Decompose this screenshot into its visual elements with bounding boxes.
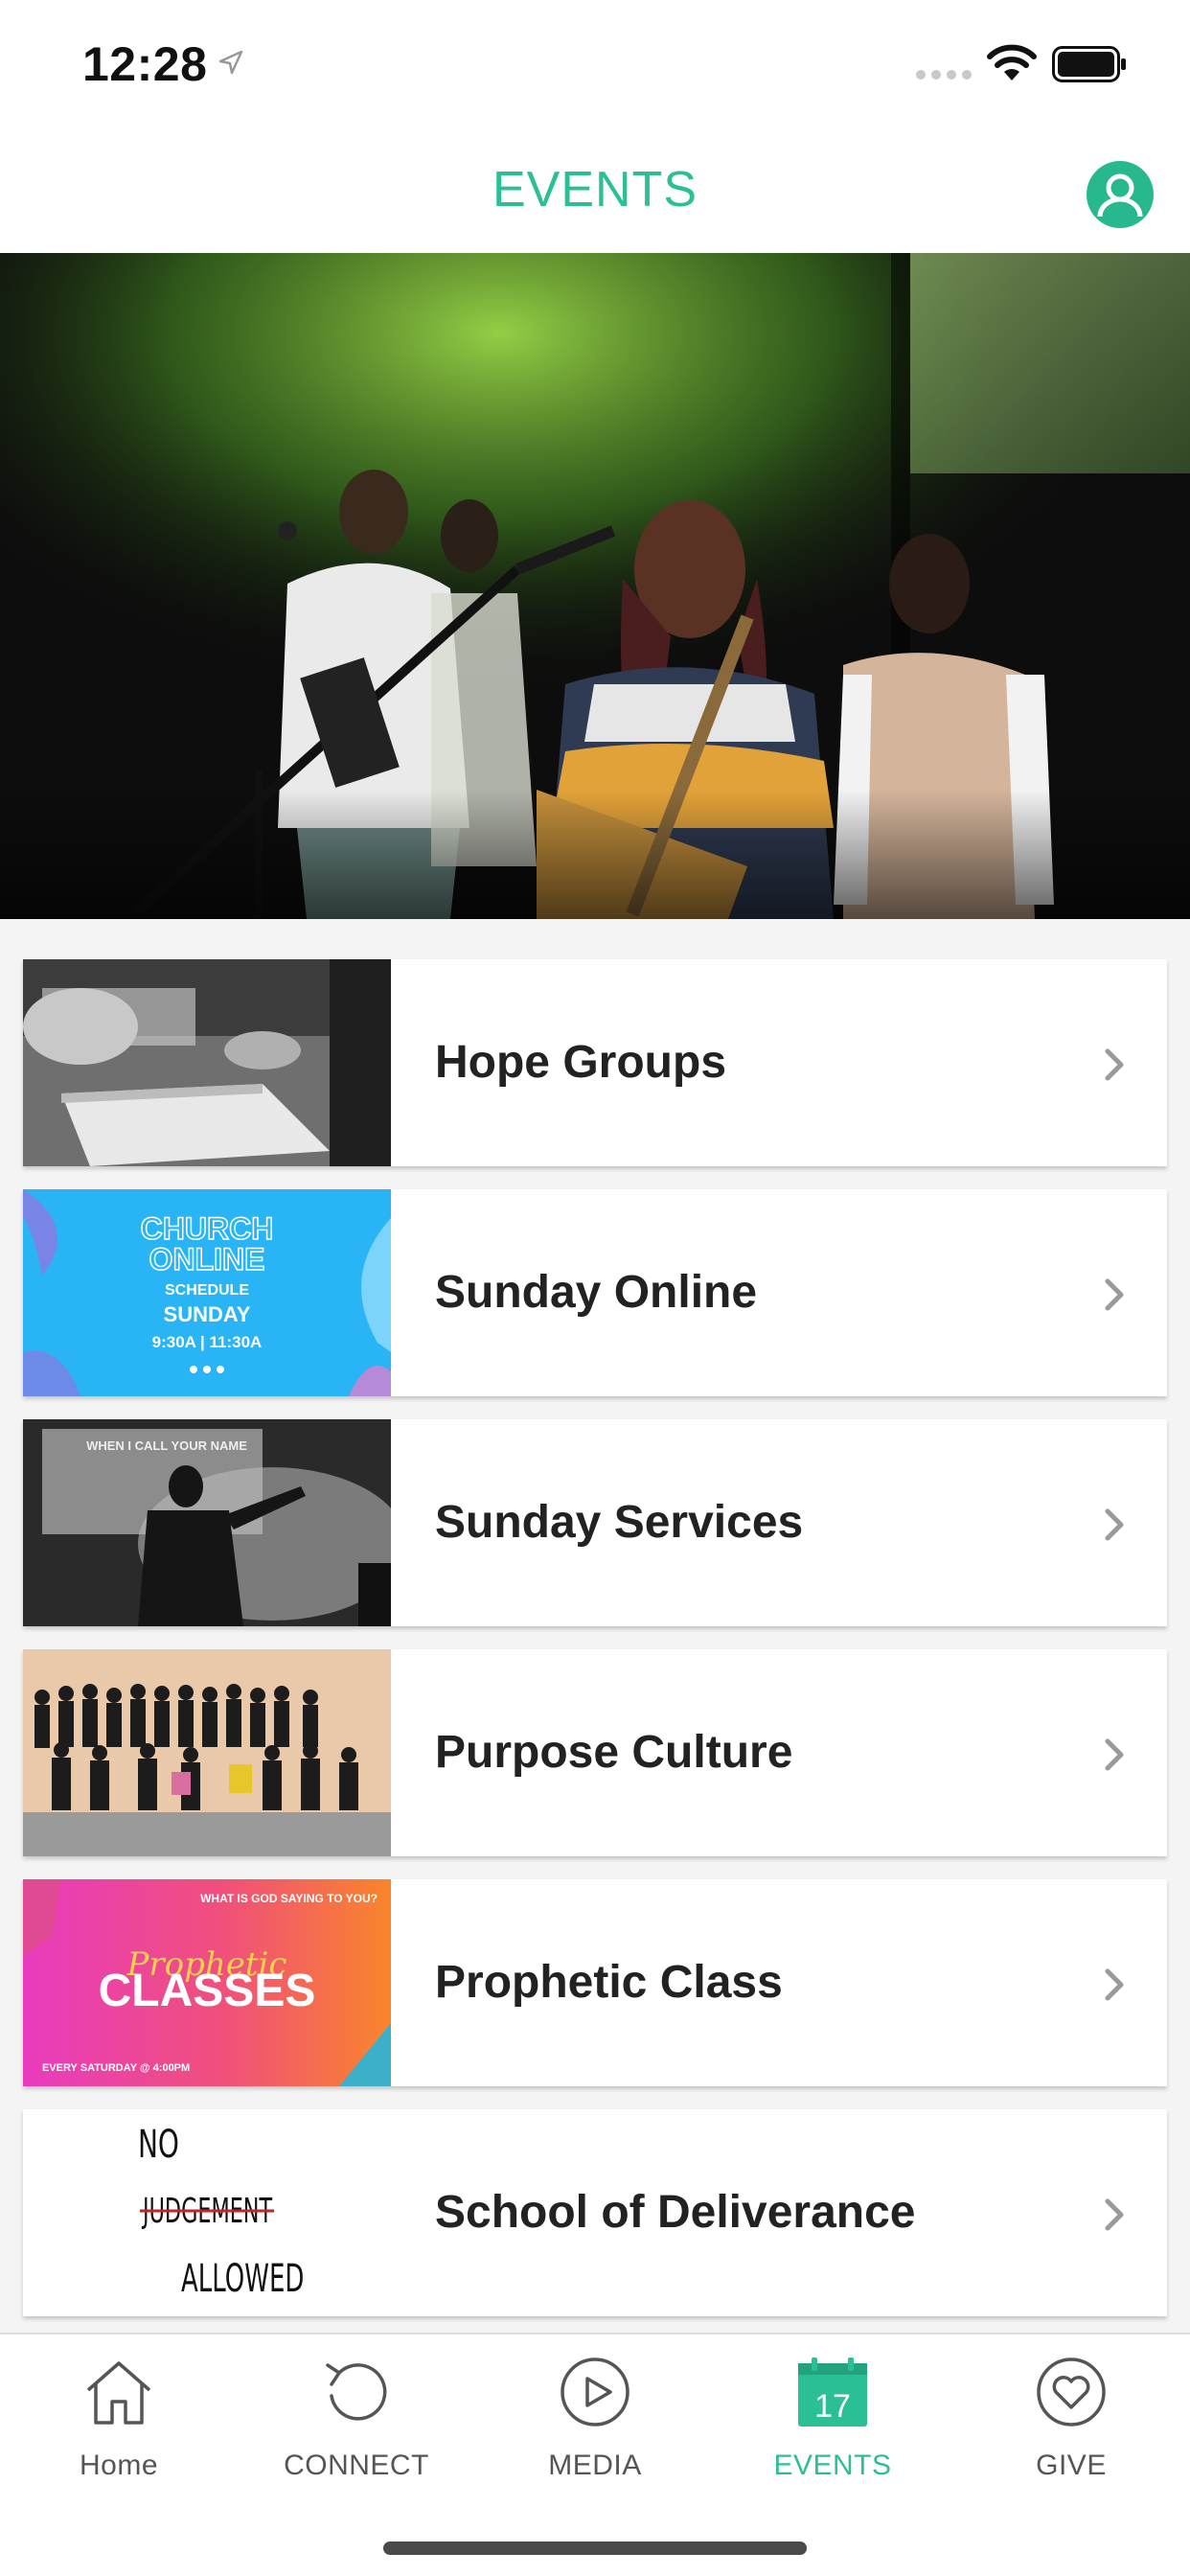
tab-label: MEDIA	[548, 2450, 642, 2481]
chevron-right-icon	[1105, 2198, 1124, 2231]
tab-home[interactable]: Home	[0, 2354, 238, 2497]
tab-media[interactable]: MEDIA	[476, 2354, 714, 2497]
tab-events[interactable]: 17 EVENTS	[714, 2354, 951, 2497]
bible-study-photo	[23, 959, 391, 1166]
chevron-right-icon	[1105, 1738, 1124, 1771]
page-title: EVENTS	[492, 162, 698, 218]
chevron-right-icon	[1105, 1278, 1124, 1311]
calendar-date: 17	[814, 2388, 851, 2425]
wifi-icon	[987, 44, 1037, 80]
thumb-text: SCHEDULE	[165, 1282, 249, 1299]
thumb-text: WHEN I CALL YOUR NAME	[86, 1438, 247, 1453]
bottom-tab-bar: Home CONNECT MEDIA 17 EVENTS GIVE	[0, 2333, 1190, 2576]
event-card-sunday-services[interactable]: WHEN I CALL YOUR NAME Sunday Services	[23, 1419, 1167, 1626]
event-title: Sunday Services	[435, 1497, 804, 1548]
status-time: 12:28	[82, 37, 208, 91]
thumb-text: SUNDAY	[164, 1302, 251, 1326]
app-header: EVENTS	[0, 125, 1190, 253]
tab-label: Home	[79, 2450, 159, 2481]
event-thumbnail	[23, 1649, 391, 1856]
event-thumbnail: NO JUDGEMENT ALLOWED	[23, 2109, 391, 2316]
thumb-text: EVERY SATURDAY @ 4:00PM	[42, 2062, 190, 2074]
event-title: School of Deliverance	[435, 2187, 916, 2238]
cellular-signal-icon	[916, 70, 972, 80]
thumb-text: CLASSES	[99, 1966, 316, 2016]
event-thumbnail	[23, 959, 391, 1166]
location-arrow-icon	[218, 50, 243, 75]
worship-service-photo: WHEN I CALL YOUR NAME	[23, 1419, 391, 1626]
user-avatar-icon	[1097, 173, 1143, 218]
chevron-right-icon	[1105, 1048, 1124, 1081]
worship-band-photo	[0, 253, 1190, 919]
event-title: Hope Groups	[435, 1037, 727, 1088]
thumb-text: CHURCH	[141, 1211, 274, 1246]
thumb-text: ALLOWED	[181, 2256, 304, 2300]
calendar-icon: 17	[798, 2358, 867, 2426]
event-card-school-of-deliverance[interactable]: NO JUDGEMENT ALLOWED School of Deliveran…	[23, 2109, 1167, 2316]
thumb-text: 9:30A | 11:30A	[152, 1333, 263, 1351]
tab-label: CONNECT	[284, 2450, 429, 2481]
event-card-prophetic-class[interactable]: WHAT IS GOD SAYING TO YOU? Prophetic CLA…	[23, 1879, 1167, 2086]
prophetic-classes-graphic: WHAT IS GOD SAYING TO YOU? Prophetic CLA…	[23, 1879, 391, 2086]
event-thumbnail: CHURCH ONLINE SCHEDULE SUNDAY 9:30A | 11…	[23, 1189, 391, 1396]
thumb-text: NO	[138, 2123, 179, 2167]
chevron-right-icon	[1105, 1508, 1124, 1541]
tab-label: EVENTS	[773, 2450, 892, 2481]
group-photo	[23, 1649, 391, 1856]
profile-button[interactable]	[1087, 161, 1154, 228]
house-icon	[86, 2361, 151, 2425]
heart-circle-icon	[1037, 2358, 1106, 2426]
event-card-hope-groups[interactable]: Hope Groups	[23, 959, 1167, 1166]
church-online-graphic: CHURCH ONLINE SCHEDULE SUNDAY 9:30A | 11…	[23, 1189, 391, 1396]
hero-image	[0, 253, 1190, 919]
status-bar: 12:28	[0, 0, 1190, 125]
event-title: Prophetic Class	[435, 1957, 783, 2008]
no-judgement-allowed-graphic: NO JUDGEMENT ALLOWED	[23, 2109, 391, 2316]
event-title: Sunday Online	[435, 1267, 758, 1318]
chevron-right-icon	[1105, 1968, 1124, 2001]
event-thumbnail: WHAT IS GOD SAYING TO YOU? Prophetic CLA…	[23, 1879, 391, 2086]
event-thumbnail: WHEN I CALL YOUR NAME	[23, 1419, 391, 1626]
home-indicator[interactable]	[383, 2542, 807, 2555]
tab-connect[interactable]: CONNECT	[238, 2354, 475, 2497]
thumb-text: WHAT IS GOD SAYING TO YOU?	[200, 1892, 378, 1905]
event-card-purpose-culture[interactable]: Purpose Culture	[23, 1649, 1167, 1856]
thumb-text: ONLINE	[149, 1242, 265, 1276]
refresh-icon	[326, 2363, 387, 2421]
event-title: Purpose Culture	[435, 1727, 793, 1778]
event-card-sunday-online[interactable]: CHURCH ONLINE SCHEDULE SUNDAY 9:30A | 11…	[23, 1189, 1167, 1396]
tab-give[interactable]: GIVE	[952, 2354, 1190, 2497]
tab-label: GIVE	[1036, 2450, 1107, 2481]
battery-icon	[1052, 46, 1126, 82]
play-circle-icon	[561, 2358, 629, 2426]
